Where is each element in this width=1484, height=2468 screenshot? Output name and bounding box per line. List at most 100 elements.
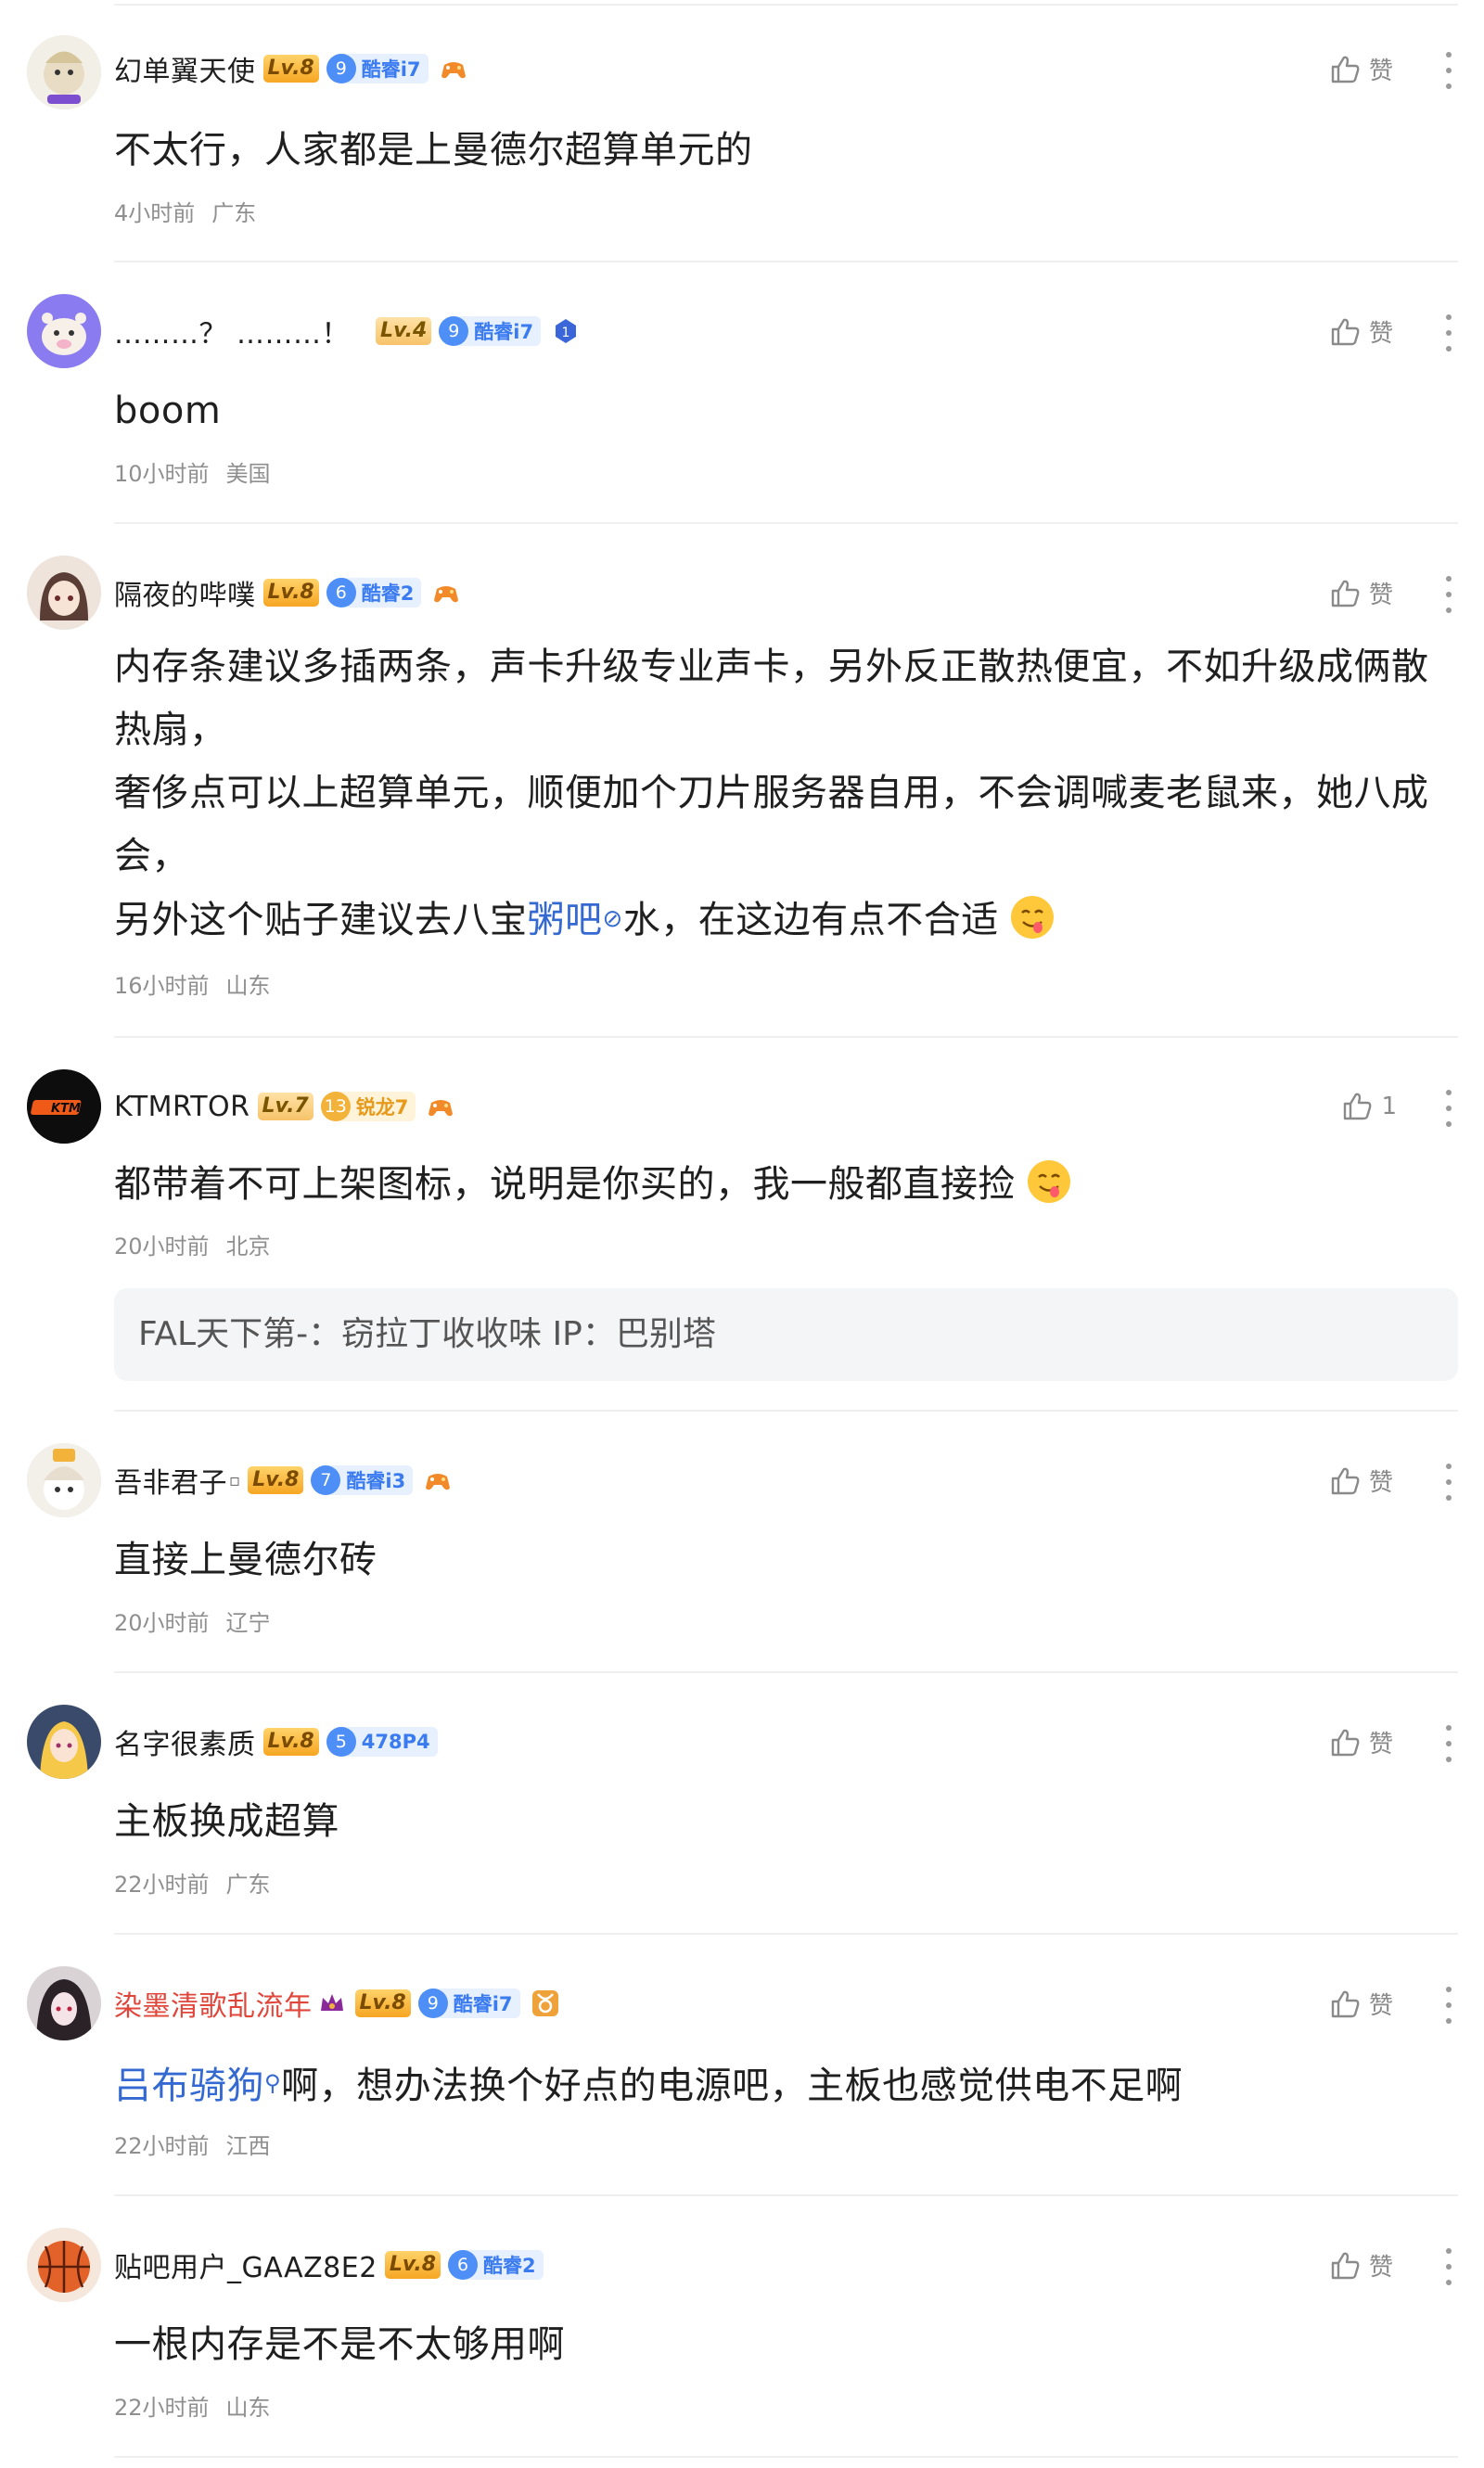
more-options-icon[interactable] bbox=[1443, 1987, 1454, 2024]
like-button[interactable]: 赞 bbox=[1328, 1987, 1393, 2021]
like-button[interactable]: 赞 bbox=[1328, 576, 1393, 610]
thumbs-up-icon bbox=[1331, 580, 1360, 607]
location: 辽宁 bbox=[225, 1610, 271, 1636]
small-square-icon: ▫ bbox=[229, 1470, 241, 1490]
username[interactable]: 隔夜的哔噗 bbox=[114, 572, 256, 613]
user-mention[interactable]: 吕布骑狗 bbox=[114, 2065, 264, 2107]
yummy-emoji-icon bbox=[1025, 1157, 1073, 1206]
more-options-icon[interactable] bbox=[1443, 1725, 1454, 1762]
username[interactable]: ………？ ………！ bbox=[114, 311, 350, 352]
content-line: 另外这个贴子建议去八宝粥吧⊘水，在这边有点不合适 bbox=[114, 888, 1458, 952]
like-button[interactable]: 赞 bbox=[1328, 1725, 1393, 1759]
badge-number: 9 bbox=[439, 316, 469, 346]
level-badge: Lv.8 bbox=[384, 2251, 441, 2279]
comment-meta: 10小时前 美国 bbox=[114, 455, 271, 488]
time: 20小时前 bbox=[114, 1234, 210, 1260]
username[interactable]: 名字很素质 bbox=[114, 1721, 256, 1762]
like-label: 赞 bbox=[1368, 1992, 1393, 2020]
badge-number: 13 bbox=[320, 1092, 351, 1121]
like-button[interactable]: 赞 bbox=[1328, 52, 1393, 86]
comment-header: 幻单翼天使 Lv.8 9 酷睿i7 bbox=[114, 48, 469, 89]
comment-meta: 22小时前 山东 bbox=[114, 2389, 271, 2422]
forum-link[interactable]: 粥吧 bbox=[528, 899, 603, 941]
like-button[interactable]: 赞 bbox=[1328, 314, 1393, 349]
comment-content: 都带着不可上架图标，说明是你买的，我一般都直接捡 bbox=[114, 1153, 1458, 1216]
sub-reply-box[interactable]: FAL天下第-：窃拉丁收收味 IP：巴别塔 bbox=[114, 1288, 1458, 1381]
badge-number: 6 bbox=[448, 2250, 479, 2280]
avatar[interactable] bbox=[27, 35, 101, 109]
search-icon: ⚲ bbox=[264, 2070, 282, 2096]
avatar[interactable] bbox=[27, 2228, 101, 2302]
like-count: 1 bbox=[1381, 1093, 1397, 1120]
avatar[interactable]: KTM bbox=[27, 1069, 101, 1144]
reply-username[interactable]: FAL天下第- bbox=[138, 1315, 308, 1353]
location: 广东 bbox=[211, 200, 257, 226]
comment-meta: 20小时前 辽宁 bbox=[114, 1605, 271, 1637]
svg-text:KTM: KTM bbox=[51, 1102, 81, 1116]
badge-text: 酷睿2 bbox=[483, 2255, 536, 2277]
more-options-icon[interactable] bbox=[1443, 314, 1454, 352]
comment-content: 内存条建议多插两条，声卡升级专业声卡，另外反正散热便宜，不如升级成俩散热扇， 奢… bbox=[114, 635, 1458, 952]
like-button[interactable]: 1 bbox=[1340, 1090, 1397, 1123]
badge-text: 478P4 bbox=[361, 1731, 430, 1753]
gamepad-icon bbox=[438, 53, 469, 84]
gamepad-icon bbox=[430, 577, 462, 608]
username[interactable]: 幻单翼天使 bbox=[114, 48, 256, 89]
location: 美国 bbox=[225, 461, 271, 487]
comment-item: 吾非君子 ▫ Lv.8 7 酷睿i3 赞 直接上曼德尔砖 20小时前 辽宁 bbox=[27, 1412, 1458, 1673]
comment-content: 直接上曼德尔砖 bbox=[114, 1539, 377, 1581]
location: 山东 bbox=[225, 973, 271, 999]
level-badge: Lv.8 bbox=[262, 55, 319, 83]
comment-content: 一根内存是不是不太够用啊 bbox=[114, 2323, 565, 2366]
like-label: 赞 bbox=[1368, 320, 1393, 348]
time: 22小时前 bbox=[114, 2395, 210, 2421]
like-button[interactable]: 赞 bbox=[1328, 1464, 1393, 1498]
thumbs-up-icon bbox=[1331, 1467, 1360, 1494]
badge-text: 酷睿i7 bbox=[474, 321, 534, 343]
gamepad-icon bbox=[422, 1464, 454, 1496]
forum-badge: 7 酷睿i3 bbox=[311, 1465, 414, 1495]
comment-item: 名字很素质 Lv.8 5 478P4 赞 主板换成超算 22小时前 广东 bbox=[27, 1673, 1458, 1935]
comment-header: 名字很素质 Lv.8 5 478P4 bbox=[114, 1721, 438, 1762]
badge-number: 9 bbox=[417, 1988, 448, 2018]
badge-text: 锐龙7 bbox=[355, 1096, 409, 1119]
comment-meta: 4小时前 广东 bbox=[114, 195, 256, 227]
avatar[interactable] bbox=[27, 1443, 101, 1517]
badge-number: 9 bbox=[326, 54, 356, 83]
badge-text: 酷睿2 bbox=[361, 582, 415, 605]
more-options-icon[interactable] bbox=[1443, 52, 1454, 89]
badge-text: 酷睿i3 bbox=[346, 1470, 406, 1492]
badge-text: 酷睿i7 bbox=[361, 58, 421, 81]
badge-number: 5 bbox=[326, 1727, 356, 1757]
forum-badge: 9 酷睿i7 bbox=[439, 316, 542, 346]
comment-header: ………？ ………！ Lv.4 9 酷睿i7 1 bbox=[114, 311, 582, 352]
avatar[interactable] bbox=[27, 1966, 101, 2040]
more-options-icon[interactable] bbox=[1443, 1464, 1454, 1501]
time: 20小时前 bbox=[114, 1610, 210, 1636]
avatar[interactable] bbox=[27, 556, 101, 630]
comment-item: 幻单翼天使 Lv.8 9 酷睿i7 赞 不太行，人家都是上曼德尔超算单元的 4小时… bbox=[27, 0, 1458, 262]
badge-text: 酷睿i7 bbox=[453, 1993, 513, 2015]
like-button[interactable]: 赞 bbox=[1328, 2248, 1393, 2283]
username[interactable]: 吾非君子 bbox=[114, 1460, 227, 1501]
avatar[interactable] bbox=[27, 294, 101, 368]
more-options-icon[interactable] bbox=[1443, 576, 1454, 613]
like-label: 赞 bbox=[1368, 2254, 1393, 2282]
thumbs-up-icon bbox=[1331, 56, 1360, 83]
more-options-icon[interactable] bbox=[1443, 2248, 1454, 2285]
level-badge: Lv.8 bbox=[262, 1728, 319, 1756]
svg-text:1: 1 bbox=[562, 326, 570, 340]
comment-item: 染墨清歌乱流年 Lv.8 9 酷睿i7 赞 吕布骑狗⚲啊，想办法换个好点的电源吧，… bbox=[27, 1935, 1458, 2196]
location: 北京 bbox=[225, 1234, 271, 1260]
level-badge: Lv.7 bbox=[257, 1093, 313, 1120]
more-options-icon[interactable] bbox=[1443, 1090, 1454, 1127]
avatar[interactable] bbox=[27, 1705, 101, 1779]
time: 22小时前 bbox=[114, 1872, 210, 1898]
forum-badge: 13 锐龙7 bbox=[320, 1092, 416, 1121]
username[interactable]: 贴吧用户_GAAZ8E2 bbox=[114, 2244, 377, 2285]
username[interactable]: 染墨清歌乱流年 bbox=[114, 1983, 313, 2024]
comment-meta: 22小时前 江西 bbox=[114, 2128, 271, 2160]
comment-content: 主板换成超算 bbox=[114, 1800, 339, 1843]
content-line: 内存条建议多插两条，声卡升级专业声卡，另外反正散热便宜，不如升级成俩散热扇， bbox=[114, 646, 1429, 751]
username[interactable]: KTMRTOR bbox=[114, 1091, 250, 1123]
